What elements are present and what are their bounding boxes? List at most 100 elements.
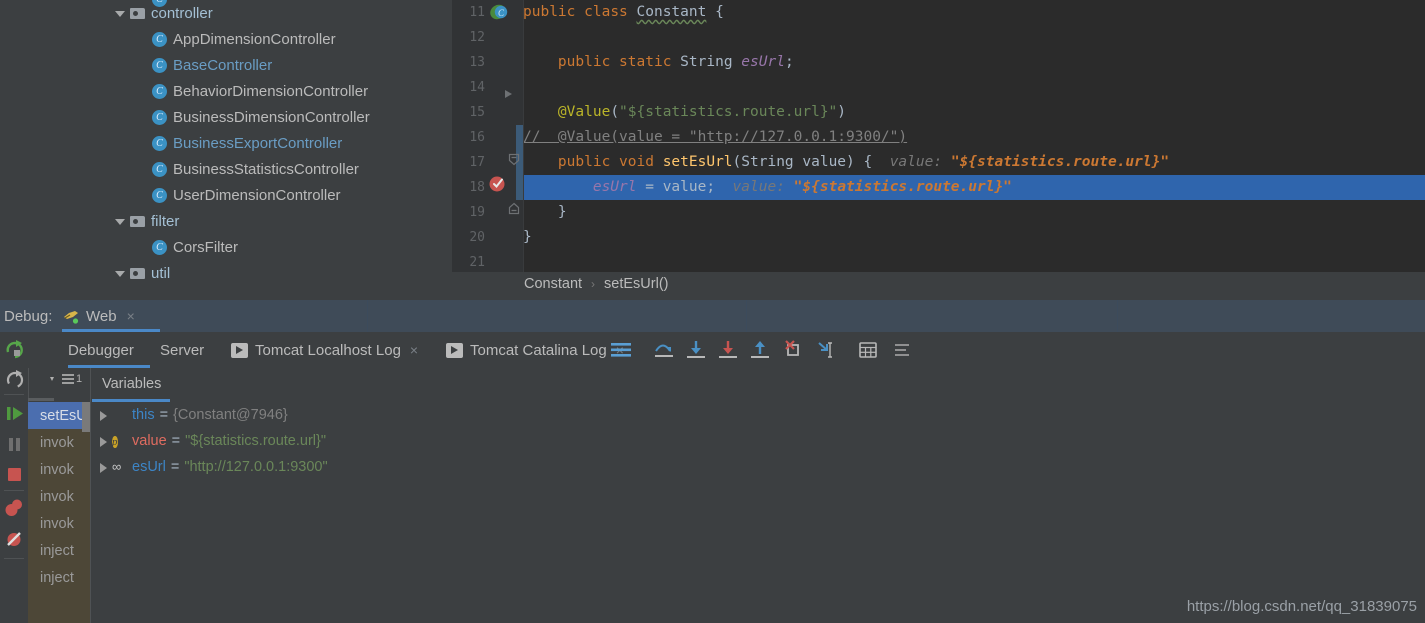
tree-item-label: BehaviorDimensionController (173, 82, 369, 100)
thread-list-icon[interactable] (60, 371, 76, 387)
line-number: 12 (469, 30, 485, 45)
close-icon[interactable]: × (127, 308, 135, 324)
tree-item-corsfilter[interactable]: C CorsFilter (0, 234, 452, 260)
tab-server[interactable]: Server (160, 332, 204, 368)
project-tree-pane[interactable]: C controller C AppDimensionController C Base… (0, 0, 452, 296)
variable-value: {Constant@7946} (173, 407, 288, 423)
variable-row[interactable]: ∞ esUrl = "http://127.0.0.1:9300" (92, 454, 1425, 480)
code-fold-close-icon[interactable] (507, 202, 521, 216)
frame-list-item[interactable]: invok (28, 483, 90, 510)
tree-item-util[interactable]: util (0, 260, 452, 286)
code-editor[interactable]: 11 12 13 14 15 16 17 18 19 20 21 C publi… (452, 0, 1425, 272)
tree-item-controller[interactable]: controller (0, 0, 452, 26)
frame-list-item[interactable]: setEsU (28, 402, 90, 429)
tab-variables[interactable]: Variables (102, 376, 161, 392)
step-into-icon[interactable] (684, 338, 708, 362)
force-step-into-icon[interactable] (716, 338, 740, 362)
pause-icon[interactable] (3, 433, 26, 456)
tree-item-userdimensioncontroller[interactable]: C UserDimensionController (0, 182, 452, 208)
package-folder-icon (130, 7, 145, 19)
tree-item-businessdimensioncontroller[interactable]: C BusinessDimensionController (0, 104, 452, 130)
frames-scrollbar[interactable] (82, 402, 90, 432)
frame-list-item[interactable]: invok (28, 456, 90, 483)
debug-actions-toolbar[interactable] (0, 332, 28, 623)
mute-breakpoints-icon[interactable] (3, 528, 26, 551)
stop-icon[interactable] (3, 463, 26, 486)
tab-label: Tomcat Localhost Log (255, 341, 401, 359)
tab-label: Server (160, 341, 205, 359)
evaluate-expression-icon[interactable] (856, 338, 880, 362)
line-number: 17 (469, 155, 485, 170)
view-breakpoints-icon[interactable] (3, 497, 26, 520)
tree-item-businessstatisticscontroller[interactable]: C BusinessStatisticsController (0, 156, 452, 182)
breakpoint-icon[interactable] (488, 173, 508, 193)
frames-host: setEsU invok invok invok invok inject inject (28, 402, 90, 591)
tab-debugger[interactable]: Debugger (68, 332, 134, 368)
session-tab-web[interactable]: Web × (62, 300, 135, 332)
java-class-icon: C (152, 135, 167, 151)
expand-arrow-icon[interactable] (114, 215, 126, 227)
code-line-13: public static String esUrl; (523, 50, 794, 75)
inline-hint-value: "${statistics.route.url}" (950, 154, 1170, 170)
tree-item-label: UserDimensionController (173, 186, 341, 204)
java-class-icon[interactable]: C (489, 2, 511, 22)
run-to-cursor-icon[interactable] (814, 338, 838, 362)
breadcrumb[interactable]: Constant › setEsUrl() (452, 272, 1425, 296)
tab-tomcat-catalina-log[interactable]: Tomcat Catalina Log× (446, 332, 624, 368)
run-gutter-icon[interactable] (503, 88, 515, 100)
step-over-icon[interactable] (652, 338, 676, 362)
tree-item-appdimensioncontroller[interactable]: C AppDimensionController (0, 26, 452, 52)
code-line-19: } (523, 200, 567, 225)
tree-item-basecontroller[interactable]: C BaseController (0, 52, 452, 78)
tree-body: controller C AppDimensionController C BaseCo… (0, 0, 452, 286)
variables-list[interactable]: this = {Constant@7946} p value = "${statistics… (92, 402, 1425, 623)
breadcrumb-method[interactable]: setEsUrl() (604, 276, 668, 292)
inline-hint-key: value: (732, 179, 785, 195)
java-class-icon: C (152, 161, 167, 177)
toolbar-divider (4, 490, 24, 491)
paren-close: ) (837, 104, 847, 120)
kw-static: static (619, 54, 672, 70)
package-folder-icon (130, 215, 145, 227)
execution-marker-bar2 (516, 175, 523, 200)
debug-tool-window: Debug: Web × Debugger Server Tomcat Loca… (0, 296, 1425, 623)
commented-annotation: // @Value(value = "http://127.0.0.1:9300… (523, 129, 908, 145)
code-fold-open-icon[interactable] (507, 152, 521, 166)
expand-arrow-icon[interactable] (114, 7, 126, 19)
step-out-icon[interactable] (748, 338, 772, 362)
frame-list-item[interactable]: invok (28, 510, 90, 537)
expand-arrow-icon[interactable] (114, 267, 126, 279)
titlebar-segment-c (747, 300, 1117, 332)
frame-list-item[interactable]: inject (28, 564, 90, 591)
gutter-divider (523, 0, 524, 272)
ide-window: C controller C AppDimensionController C Base… (0, 0, 1425, 623)
tree-item-label: BusinessDimensionController (173, 108, 370, 126)
assign-expr: = value; (645, 179, 716, 195)
rerun-icon[interactable] (3, 338, 26, 361)
tree-hscroll-track[interactable] (0, 285, 452, 294)
vars-host: this = {Constant@7946} p value = "${statistics… (92, 402, 1425, 480)
breadcrumb-class[interactable]: Constant (524, 276, 582, 292)
variable-row[interactable]: this = {Constant@7946} (92, 402, 1425, 428)
layout-icon[interactable] (608, 338, 634, 362)
parameter-icon: p (112, 436, 118, 448)
tree-item-behaviordimensioncontroller[interactable]: C BehaviorDimensionController (0, 78, 452, 104)
settings-icon[interactable] (890, 338, 914, 362)
toolbar-divider (4, 394, 24, 395)
tree-item-label: CorsFilter (173, 238, 239, 256)
frames-list[interactable]: setEsU invok invok invok invok inject inject (28, 402, 90, 623)
svg-text:C: C (498, 8, 505, 18)
value-literal: "${statistics.route.url}" (619, 104, 838, 120)
frame-list-item[interactable]: invok (28, 429, 90, 456)
resume-icon[interactable] (3, 402, 26, 425)
variable-row[interactable]: p value = "${statistics.route.url}" (92, 428, 1425, 454)
frame-list-item[interactable]: inject (28, 537, 90, 564)
tree-item-filter[interactable]: filter (0, 208, 452, 234)
tree-item-businessexportcontroller[interactable]: C BusinessExportController (0, 130, 452, 156)
restart-icon[interactable] (3, 367, 26, 390)
tab-tomcat-localhost-log[interactable]: Tomcat Localhost Log × (231, 332, 418, 368)
console-log-icon (231, 342, 248, 358)
drop-frame-icon[interactable] (782, 338, 806, 362)
close-icon[interactable]: × (410, 342, 418, 358)
kw-public: public (523, 4, 576, 20)
